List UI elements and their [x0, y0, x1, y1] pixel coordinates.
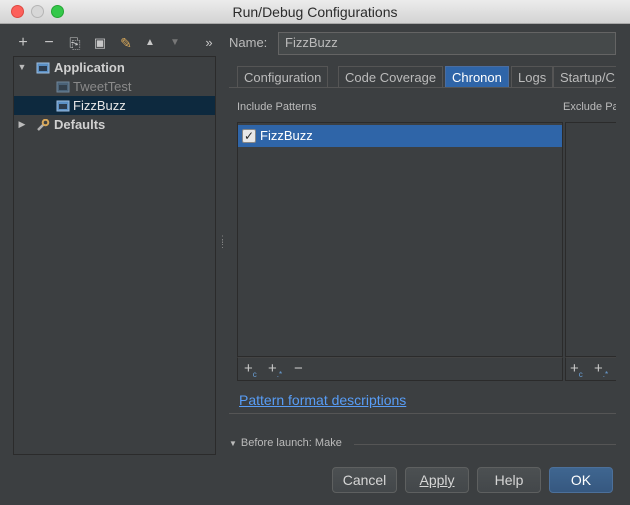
- tab-code-coverage[interactable]: Code Coverage: [338, 66, 444, 88]
- wrench-icon: [36, 118, 50, 131]
- exclude-patterns-list[interactable]: [565, 122, 616, 357]
- copy-icon[interactable]: ⎘: [66, 32, 84, 54]
- expand-arrow-icon: ▼: [229, 439, 237, 448]
- save-icon[interactable]: ▣: [91, 32, 109, 54]
- tab-divider: [229, 87, 616, 88]
- configuration-tree: ▼ Application TweetTest FizzBuzz ▶ Defau…: [13, 56, 216, 455]
- tree-node-fizzbuzz[interactable]: FizzBuzz: [14, 96, 215, 115]
- name-field[interactable]: FizzBuzz: [278, 32, 616, 55]
- list-item[interactable]: ✓ FizzBuzz: [238, 125, 562, 147]
- add-pattern-icon[interactable]: +.*: [594, 360, 608, 379]
- before-launch-toggle[interactable]: ▼ Before launch: Make: [229, 437, 342, 449]
- tree-label-defaults: Defaults: [54, 117, 106, 132]
- include-patterns-list[interactable]: ✓ FizzBuzz: [237, 122, 563, 357]
- tree-node-tweettest[interactable]: TweetTest: [14, 77, 215, 96]
- pattern-checkbox[interactable]: ✓: [242, 129, 256, 143]
- expanded-arrow-icon[interactable]: ▼: [17, 58, 27, 77]
- name-label: Name:: [229, 35, 268, 50]
- tree-label-tweettest: TweetTest: [73, 79, 132, 94]
- tab-configuration[interactable]: Configuration: [237, 66, 329, 88]
- tab-strip: Configuration Code Coverage Chronon Logs…: [237, 66, 616, 88]
- window-title: Run/Debug Configurations: [232, 4, 398, 20]
- ok-button[interactable]: OK: [549, 467, 613, 493]
- tab-chronon[interactable]: Chronon: [445, 66, 509, 88]
- tree-label-fizzbuzz: FizzBuzz: [73, 98, 126, 113]
- title-bar: Run/Debug Configurations: [0, 0, 630, 24]
- pattern-label: FizzBuzz: [260, 128, 313, 143]
- run-config-icon: [56, 80, 70, 93]
- exclude-list-toolbar: +c +.*: [565, 357, 616, 381]
- cancel-button[interactable]: Cancel: [332, 467, 397, 493]
- before-launch-label: Before launch: Make: [240, 437, 342, 449]
- remove-pattern-icon[interactable]: −: [294, 360, 303, 377]
- add-icon[interactable]: +: [14, 32, 32, 54]
- move-down-icon[interactable]: ▼: [166, 32, 184, 54]
- remove-icon[interactable]: −: [40, 32, 58, 54]
- more-icon[interactable]: »: [200, 32, 218, 54]
- include-list-toolbar: +c +.* −: [237, 357, 563, 381]
- include-patterns-title: Include Patterns: [237, 101, 317, 113]
- before-launch-divider: [354, 444, 616, 445]
- tab-logs[interactable]: Logs: [511, 66, 554, 88]
- add-pattern-icon[interactable]: +.*: [268, 360, 282, 379]
- add-class-icon[interactable]: +c: [244, 360, 257, 379]
- help-button[interactable]: Help: [477, 467, 541, 493]
- tree-label-application: Application: [54, 60, 125, 75]
- pattern-format-link[interactable]: Pattern format descriptions: [239, 392, 406, 408]
- collapsed-arrow-icon[interactable]: ▶: [17, 115, 27, 134]
- add-class-icon[interactable]: +c: [570, 360, 583, 379]
- wrench-icon[interactable]: ✎: [117, 32, 135, 54]
- exclude-patterns-title: Exclude Patterns: [563, 101, 616, 113]
- apply-button[interactable]: Apply: [405, 467, 469, 493]
- config-toolbar: + − ⎘ ▣ ✎ ▲ ▼ »: [14, 32, 216, 54]
- panel-divider: [229, 413, 616, 414]
- tree-node-application[interactable]: ▼ Application: [14, 58, 215, 77]
- run-config-icon: [56, 99, 70, 112]
- tab-startup[interactable]: Startup/C: [553, 66, 616, 88]
- application-icon: [36, 61, 50, 74]
- tree-node-defaults[interactable]: ▶ Defaults: [14, 115, 215, 134]
- move-up-icon[interactable]: ▲: [141, 32, 159, 54]
- splitter-handle[interactable]: ⋮ ⋮: [218, 235, 227, 251]
